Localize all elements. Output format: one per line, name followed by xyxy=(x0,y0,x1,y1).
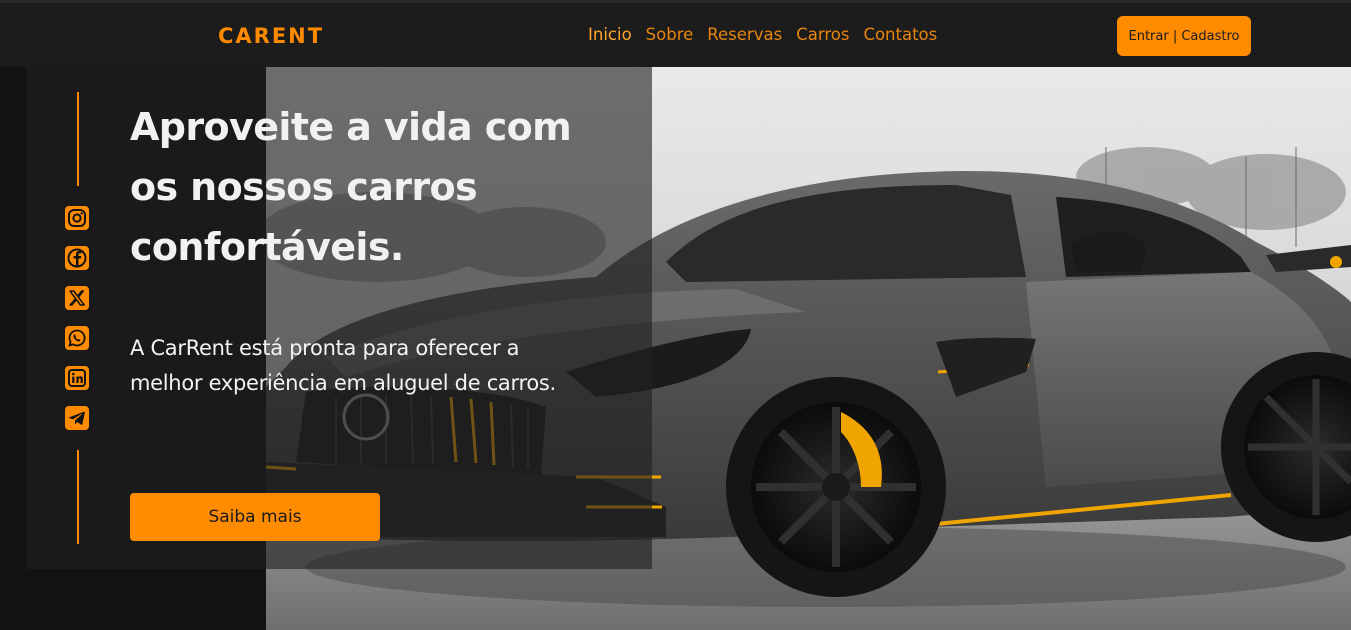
whatsapp-icon[interactable] xyxy=(65,326,89,350)
hero-title: Aproveite a vida com os nossos carros co… xyxy=(130,105,572,269)
site-header: CARENT Inicio Sobre Reservas Carros Cont… xyxy=(0,3,1351,67)
telegram-icon[interactable] xyxy=(65,406,89,430)
hero-description: A CarRent está pronta para oferecer a me… xyxy=(130,336,556,395)
learn-more-button[interactable]: Saiba mais xyxy=(130,493,380,541)
nav-item-contatos[interactable]: Contatos xyxy=(863,25,937,44)
social-divider-top xyxy=(77,92,79,186)
page: CARENT Inicio Sobre Reservas Carros Cont… xyxy=(0,0,1351,630)
brand-logo[interactable]: CARENT xyxy=(218,24,324,48)
nav-item-carros[interactable]: Carros xyxy=(796,25,849,44)
facebook-icon[interactable] xyxy=(65,246,89,270)
instagram-icon[interactable] xyxy=(65,206,89,230)
nav-item-inicio[interactable]: Inicio xyxy=(588,25,632,44)
social-divider-bottom xyxy=(77,450,79,544)
main-nav: Inicio Sobre Reservas Carros Contatos xyxy=(588,25,937,44)
nav-item-sobre[interactable]: Sobre xyxy=(646,25,694,44)
nav-item-reservas[interactable]: Reservas xyxy=(707,25,782,44)
x-icon[interactable] xyxy=(65,286,89,310)
linkedin-icon[interactable] xyxy=(65,366,89,390)
login-signup-button[interactable]: Entrar | Cadastro xyxy=(1117,16,1251,56)
